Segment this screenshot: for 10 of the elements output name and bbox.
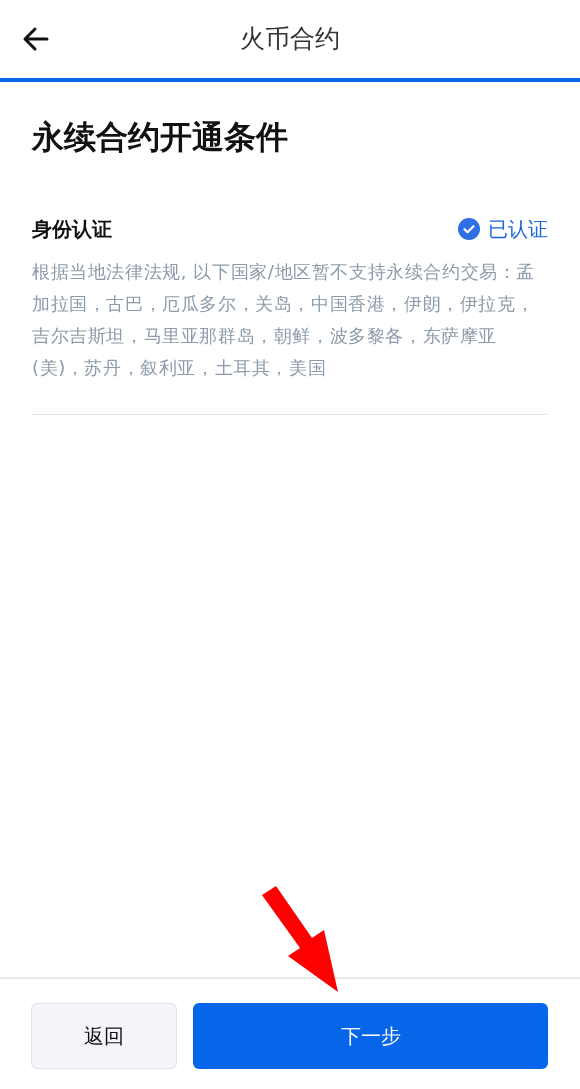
next-button[interactable]: 下一步 <box>193 1003 548 1069</box>
back-arrow-icon <box>22 25 50 53</box>
status-label: 已认证 <box>488 216 548 244</box>
condition-label: 身份认证 <box>32 216 112 244</box>
back-text-button[interactable]: 返回 <box>31 1003 177 1069</box>
back-button[interactable] <box>22 25 50 53</box>
page-header-title: 火币合约 <box>239 23 341 56</box>
page-title: 永续合约开通条件 <box>32 118 289 157</box>
restriction-note: 根据当地法律法规, 以下国家/地区暂不支持永续合约交易：孟加拉国，古巴，厄瓜多尔，关岛，中国香港，伊朗，伊拉克，吉尔吉斯坦，马里亚那群岛，朝鲜，波多黎各，东萨摩亚(美)，苏丹，叙利亚，土耳其，美国 <box>32 260 536 381</box>
check-icon <box>458 218 480 241</box>
